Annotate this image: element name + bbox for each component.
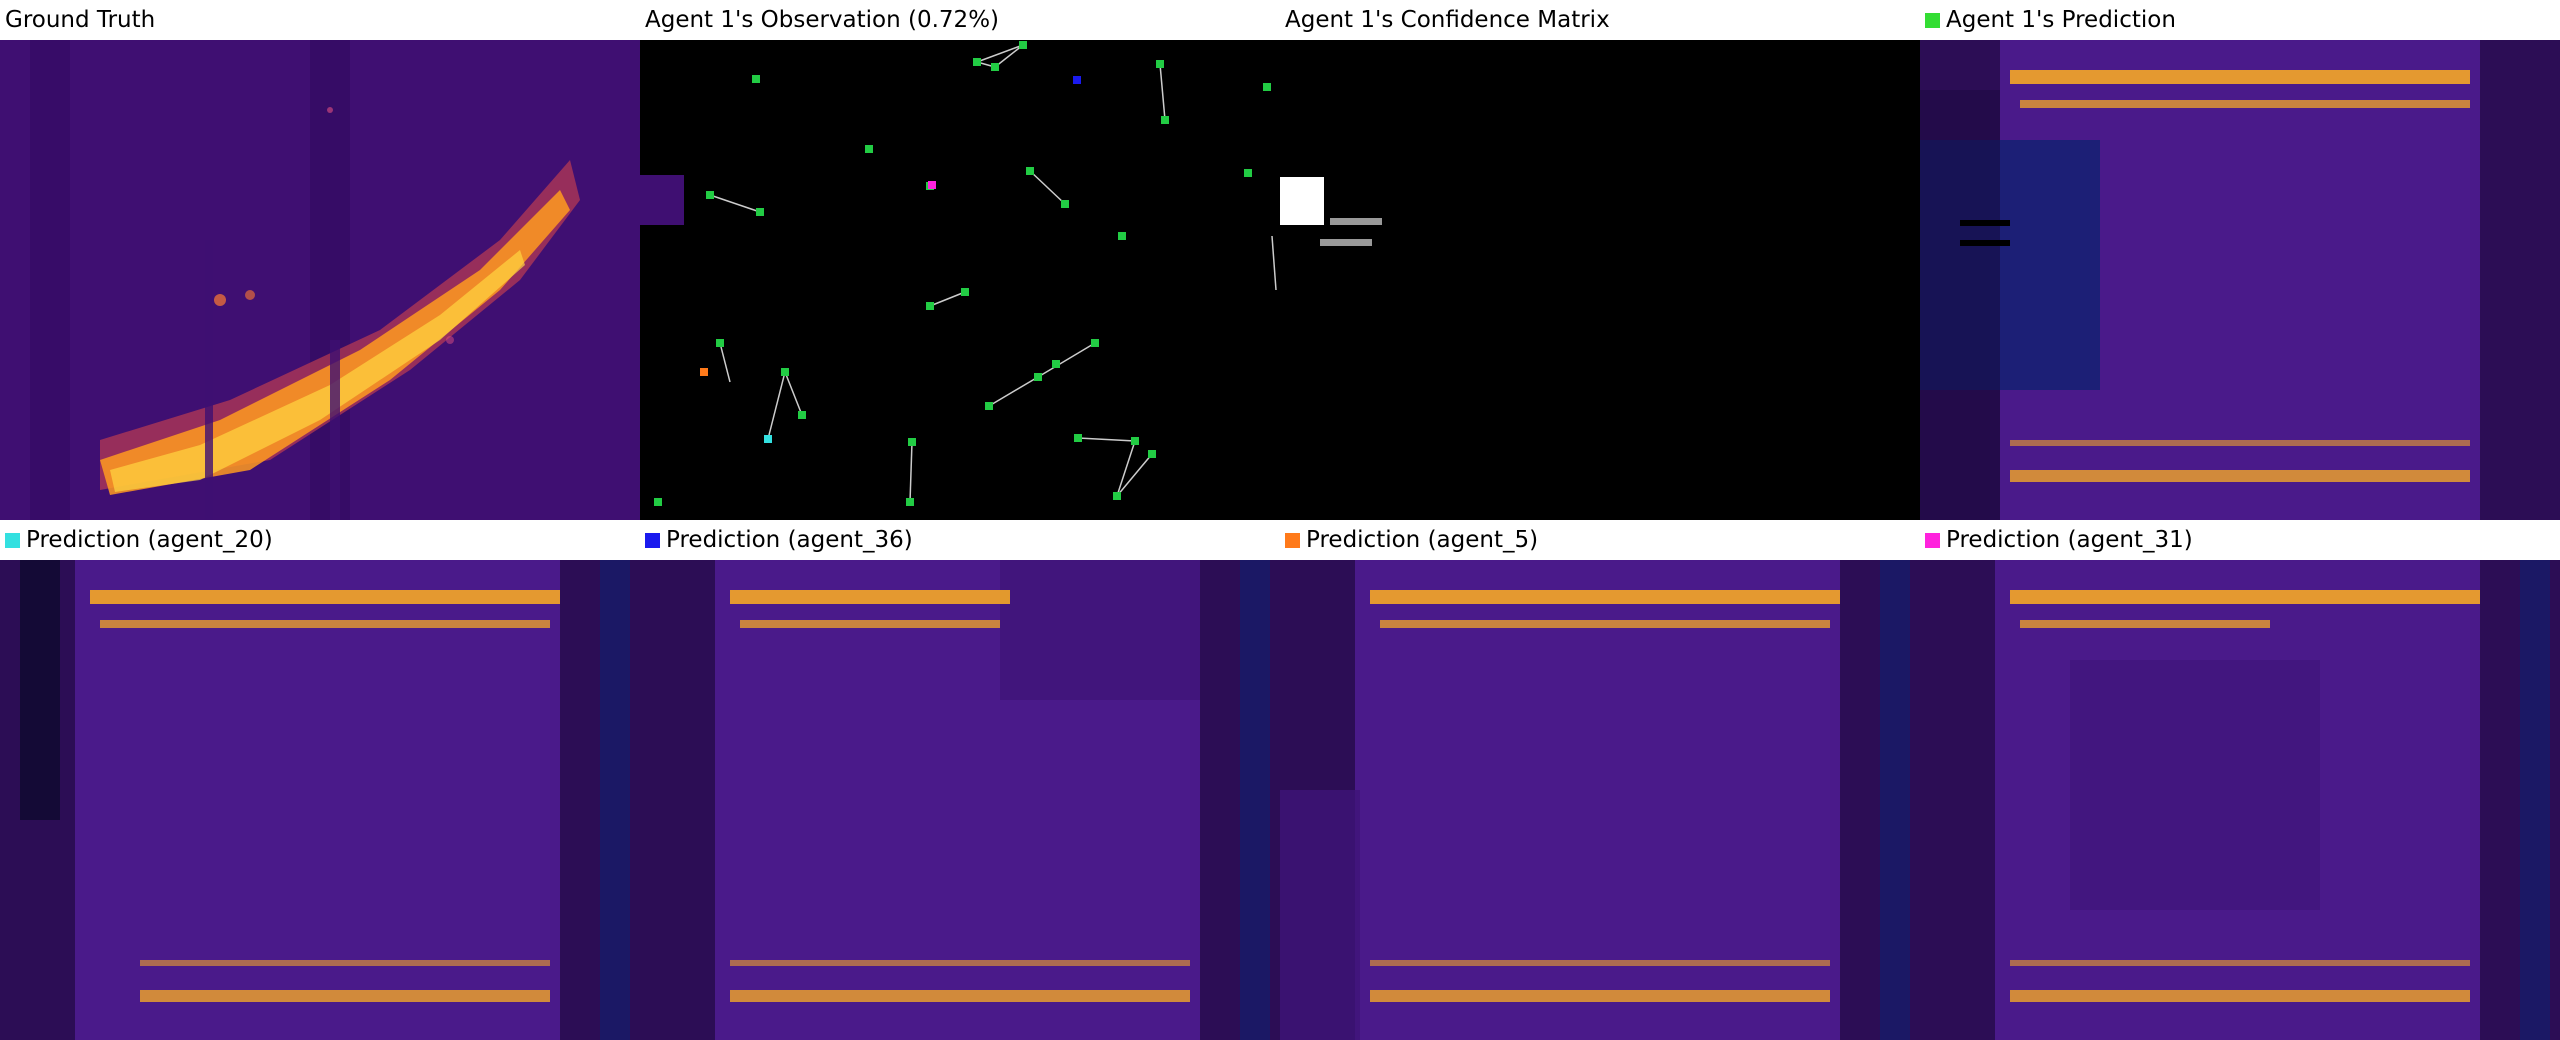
agent-color-swatch [645,532,660,548]
agent-color-swatch [5,532,20,548]
prediction-heatmap [1920,560,2560,1040]
panel-title-text: Ground Truth [5,7,156,33]
panel-title-text: Agent 1's Prediction [1946,7,2176,33]
panel-title-text: Prediction (agent_20) [26,527,273,553]
panel-title: Agent 1's Prediction [1920,0,2560,40]
agent-color-swatch [1285,532,1300,548]
panel-title: Prediction (agent_20) [0,520,640,560]
panel-agent1-prediction: Agent 1's Prediction [1920,0,2560,520]
agent-color-swatch [1925,12,1940,28]
agent-color-swatch [1925,532,1940,548]
prediction-heatmap [1920,40,2560,520]
panel-title: Prediction (agent_5) [1280,520,1920,560]
panel-title-text: Prediction (agent_36) [666,527,913,553]
panel-title-text: Prediction (agent_31) [1946,527,2193,553]
confidence-matrix [1280,40,1920,520]
panel-agent36-prediction: Prediction (agent_36) [640,520,1280,1040]
panel-title-text: Agent 1's Confidence Matrix [1285,7,1610,33]
prediction-heatmap [0,560,640,1040]
panel-title: Agent 1's Observation (0.72%) [640,0,1280,40]
panel-title: Prediction (agent_36) [640,520,1280,560]
prediction-heatmap [640,560,1280,1040]
panel-observation: Agent 1's Observation (0.72%) [640,0,1280,520]
panel-title: Prediction (agent_31) [1920,520,2560,560]
prediction-heatmap [1280,560,1920,1040]
panel-title: Ground Truth [0,0,640,40]
panel-agent31-prediction: Prediction (agent_31) [1920,520,2560,1040]
panel-ground-truth: Ground Truth [0,0,640,520]
panel-title: Agent 1's Confidence Matrix [1280,0,1920,40]
panel-title-text: Prediction (agent_5) [1306,527,1539,553]
panel-agent5-prediction: Prediction (agent_5) [1280,520,1920,1040]
panel-confidence: Agent 1's Confidence Matrix [1280,0,1920,520]
ground-truth-heatmap [0,40,640,520]
observation-map [640,40,1280,520]
panel-agent20-prediction: Prediction (agent_20) [0,520,640,1040]
panel-title-text: Agent 1's Observation (0.72%) [645,7,1000,33]
